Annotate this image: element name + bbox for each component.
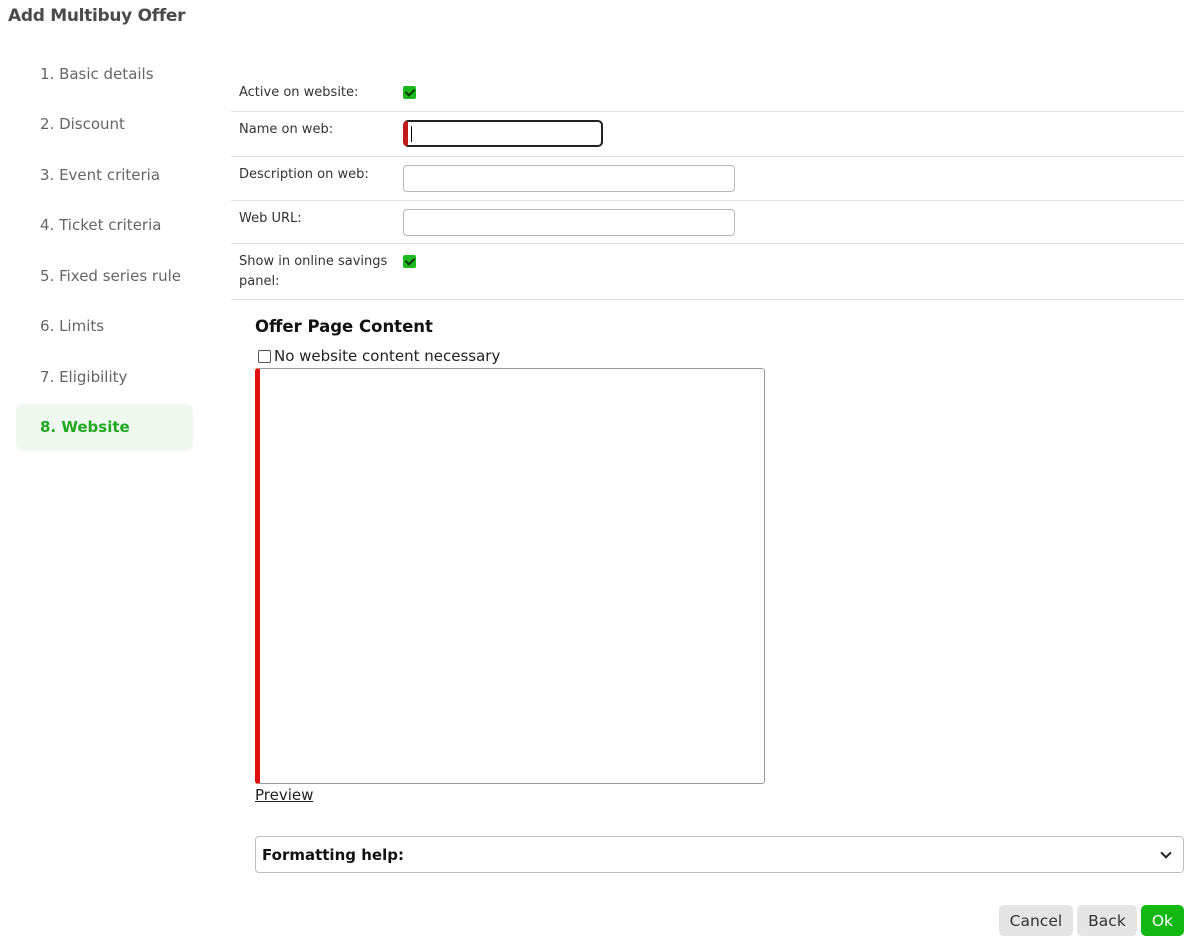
web-url-input[interactable] [403,209,735,236]
active-on-website-label: Active on website: [239,85,359,100]
online-savings-row: Show in online savings panel: [231,244,1184,300]
online-savings-checkbox[interactable] [403,255,416,268]
name-on-web-input[interactable] [403,120,603,147]
active-on-website-row: Active on website: [231,72,1184,112]
step-eligibility[interactable]: 7. Eligibility [16,353,193,400]
name-on-web-row: Name on web: [231,112,1184,157]
ok-button[interactable]: Ok [1140,905,1184,936]
cancel-button[interactable]: Cancel [998,905,1074,936]
online-savings-label-line1: Show in online savings [239,254,388,269]
step-discount[interactable]: 2. Discount [16,101,193,148]
dialog-buttons: Cancel Back Ok [998,905,1184,936]
offer-page-content-heading: Offer Page Content [255,317,433,336]
step-event-criteria[interactable]: 3. Event criteria [16,151,193,198]
wizard-steps-nav: 1. Basic details 2. Discount 3. Event cr… [16,50,193,454]
offer-content-editor[interactable] [255,368,765,784]
web-url-row: Web URL: [231,201,1184,244]
formatting-help-label: Formatting help: [262,845,404,864]
description-on-web-row: Description on web: [231,157,1184,201]
no-website-content-label[interactable]: No website content necessary [274,347,500,365]
step-website[interactable]: 8. Website [16,403,193,451]
step-ticket-criteria[interactable]: 4. Ticket criteria [16,202,193,249]
no-website-content-checkbox[interactable] [258,349,271,363]
back-button[interactable]: Back [1077,905,1137,936]
no-website-content-option[interactable]: No website content necessary [258,347,500,365]
page-title: Add Multibuy Offer [8,6,186,26]
step-basic-details[interactable]: 1. Basic details [16,50,193,97]
chevron-down-icon [1160,846,1172,859]
web-url-label: Web URL: [239,211,302,226]
preview-link[interactable]: Preview [255,786,313,804]
description-on-web-input[interactable] [403,165,735,192]
formatting-help-dropdown[interactable]: Formatting help: [255,836,1184,873]
website-form: Active on website: Name on web: Descript… [231,72,1184,300]
active-on-website-checkbox[interactable] [403,86,416,99]
description-on-web-label: Description on web: [239,167,369,182]
name-on-web-label: Name on web: [239,122,334,137]
step-limits[interactable]: 6. Limits [16,303,193,350]
online-savings-label: Show in online savings panel: [231,252,403,292]
text-caret [411,126,412,142]
step-fixed-series-rule[interactable]: 5. Fixed series rule [16,252,193,299]
online-savings-label-line2: panel: [239,274,280,289]
